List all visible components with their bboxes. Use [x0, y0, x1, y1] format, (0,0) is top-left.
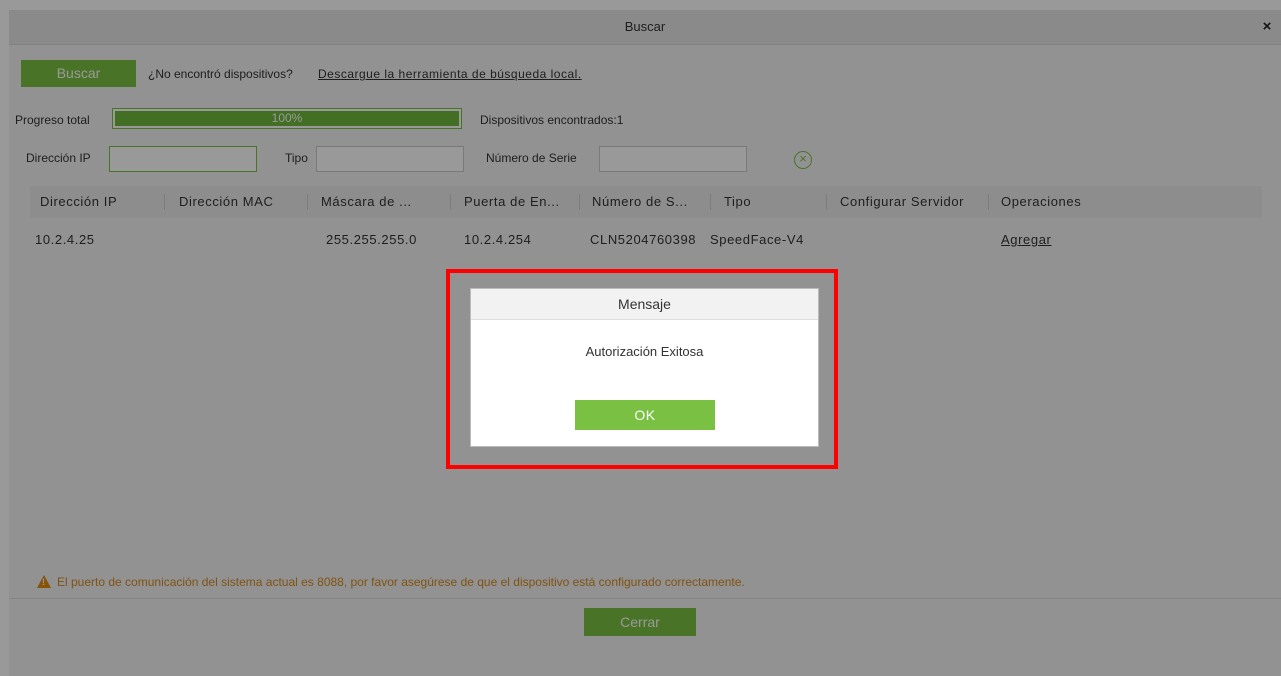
dialog-message: Autorización Exitosa — [585, 344, 704, 359]
message-dialog: Mensaje Autorización Exitosa OK — [470, 288, 819, 447]
ok-button[interactable]: OK — [575, 400, 715, 430]
dialog-title: Mensaje — [471, 289, 818, 320]
